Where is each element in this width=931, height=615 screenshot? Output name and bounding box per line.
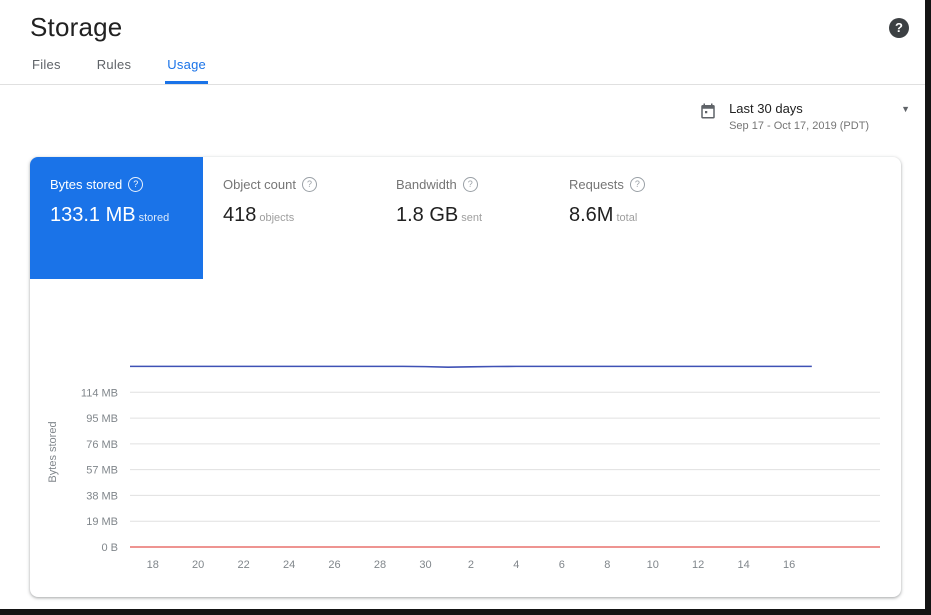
usage-chart: 0 B19 MB38 MB57 MB76 MB95 MB114 MB182022… — [30, 342, 890, 577]
svg-text:38 MB: 38 MB — [86, 490, 118, 502]
calendar-icon — [699, 102, 717, 125]
svg-text:22: 22 — [238, 559, 250, 571]
help-icon: ? — [302, 177, 317, 192]
date-range-picker[interactable]: Last 30 days Sep 17 - Oct 17, 2019 (PDT)… — [699, 101, 910, 132]
svg-text:6: 6 — [559, 559, 565, 571]
help-icon: ? — [128, 177, 143, 192]
svg-text:14: 14 — [738, 559, 750, 571]
metric-label: Bandwidth ? — [396, 177, 549, 192]
svg-text:18: 18 — [147, 559, 159, 571]
svg-text:8: 8 — [604, 559, 610, 571]
date-range-text: Last 30 days Sep 17 - Oct 17, 2019 (PDT) — [729, 101, 887, 132]
tab-rules[interactable]: Rules — [95, 51, 134, 84]
metric-value: 1.8 GBsent — [396, 204, 549, 227]
tab-usage[interactable]: Usage — [165, 51, 208, 84]
svg-text:Bytes stored: Bytes stored — [47, 421, 59, 482]
svg-text:12: 12 — [692, 559, 704, 571]
chevron-down-icon: ▼ — [901, 104, 910, 114]
svg-text:20: 20 — [192, 559, 204, 571]
svg-text:24: 24 — [283, 559, 295, 571]
metric-label: Bytes stored ? — [50, 177, 203, 192]
help-button[interactable]: ? — [889, 18, 909, 38]
tab-bar: Files Rules Usage — [0, 51, 925, 85]
metrics-row: Bytes stored ? 133.1 MBstored Object cou… — [30, 157, 901, 279]
svg-text:30: 30 — [419, 559, 431, 571]
metric-value: 133.1 MBstored — [50, 204, 203, 227]
bytes-stored-chart: 0 B19 MB38 MB57 MB76 MB95 MB114 MB182022… — [30, 342, 901, 577]
page-title: Storage — [30, 12, 122, 43]
help-icon: ? — [463, 177, 478, 192]
tab-files[interactable]: Files — [30, 51, 63, 84]
help-icon: ? — [630, 177, 645, 192]
svg-text:76 MB: 76 MB — [86, 439, 118, 451]
metric-requests[interactable]: Requests ? 8.6Mtotal — [549, 157, 722, 279]
svg-text:2: 2 — [468, 559, 474, 571]
metric-object-count[interactable]: Object count ? 418objects — [203, 157, 376, 279]
help-icon: ? — [895, 20, 903, 35]
storage-page: Storage ? Files Rules Usage Last 30 days… — [0, 0, 925, 609]
svg-text:28: 28 — [374, 559, 386, 571]
metric-bandwidth[interactable]: Bandwidth ? 1.8 GBsent — [376, 157, 549, 279]
metric-label: Object count ? — [223, 177, 376, 192]
usage-card: Bytes stored ? 133.1 MBstored Object cou… — [30, 157, 901, 597]
svg-text:0 B: 0 B — [101, 542, 118, 554]
metric-value: 418objects — [223, 204, 376, 227]
date-range-label: Last 30 days — [729, 101, 887, 116]
metric-bytes-stored[interactable]: Bytes stored ? 133.1 MBstored — [30, 157, 203, 279]
svg-text:16: 16 — [783, 559, 795, 571]
metric-value: 8.6Mtotal — [569, 204, 722, 227]
page-header: Storage ? — [0, 0, 925, 51]
svg-text:10: 10 — [647, 559, 659, 571]
svg-text:114 MB: 114 MB — [81, 387, 118, 399]
date-range-row: Last 30 days Sep 17 - Oct 17, 2019 (PDT)… — [0, 85, 925, 157]
svg-text:4: 4 — [513, 559, 519, 571]
svg-text:26: 26 — [328, 559, 340, 571]
metric-label: Requests ? — [569, 177, 722, 192]
svg-text:19 MB: 19 MB — [86, 516, 118, 528]
svg-text:57 MB: 57 MB — [86, 465, 118, 477]
date-range-sublabel: Sep 17 - Oct 17, 2019 (PDT) — [729, 120, 887, 132]
svg-text:95 MB: 95 MB — [86, 413, 118, 425]
